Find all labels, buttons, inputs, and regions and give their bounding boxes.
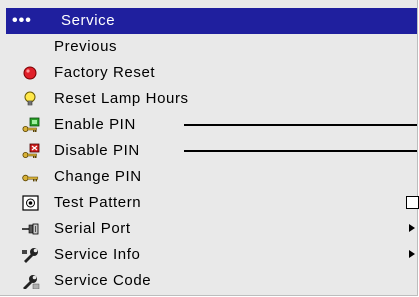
menu-item-reset-lamp-hours[interactable]: Reset Lamp Hours	[6, 86, 417, 112]
red-circle-icon	[22, 65, 40, 81]
menu-item-disable-pin[interactable]: Disable PIN	[6, 138, 417, 164]
serial-port-icon	[22, 221, 40, 237]
menu-titlebar: ••• Service	[6, 8, 417, 34]
menu-item-label: Service Code	[54, 272, 152, 289]
menu-item-label: Service Info	[54, 246, 141, 263]
menu-title: Service	[61, 12, 116, 29]
key-icon	[22, 169, 40, 185]
menu-item-test-pattern[interactable]: Test Pattern	[6, 190, 419, 216]
menu-item-label: Test Pattern	[54, 194, 142, 211]
menu-item-label: Serial Port	[54, 220, 131, 237]
menu-item-label: Change PIN	[54, 168, 142, 185]
submenu-arrow-icon	[409, 224, 415, 232]
pin-entry-line	[184, 150, 417, 152]
test-pattern-checkbox[interactable]	[406, 196, 419, 209]
menu-dots-icon: •••	[12, 12, 32, 29]
lightbulb-icon	[22, 91, 40, 107]
key-enable-icon	[22, 117, 40, 133]
wrench-code-icon	[22, 273, 40, 289]
submenu-arrow-icon	[409, 250, 415, 258]
menu-item-label: Factory Reset	[54, 64, 156, 81]
menu-item-previous[interactable]: Previous	[6, 34, 417, 60]
menu-item-label: Enable PIN	[54, 116, 136, 133]
menu-item-serial-port[interactable]: Serial Port	[6, 216, 417, 242]
menu-item-label: Disable PIN	[54, 142, 140, 159]
menu-item-factory-reset[interactable]: Factory Reset	[6, 60, 417, 86]
menu-item-enable-pin[interactable]: Enable PIN	[6, 112, 417, 138]
menu-item-service-code[interactable]: Service Code	[6, 268, 417, 294]
menu-item-change-pin[interactable]: Change PIN	[6, 164, 417, 190]
service-menu: ••• Service Previous Factory Reset Reset…	[0, 0, 419, 296]
test-pattern-icon	[22, 195, 40, 211]
key-disable-icon	[22, 143, 40, 159]
menu-item-label: Reset Lamp Hours	[54, 90, 189, 107]
wrench-icon	[22, 247, 40, 263]
pin-entry-line	[184, 124, 417, 126]
menu-item-service-info[interactable]: Service Info	[6, 242, 417, 268]
menu-item-label: Previous	[54, 38, 118, 55]
